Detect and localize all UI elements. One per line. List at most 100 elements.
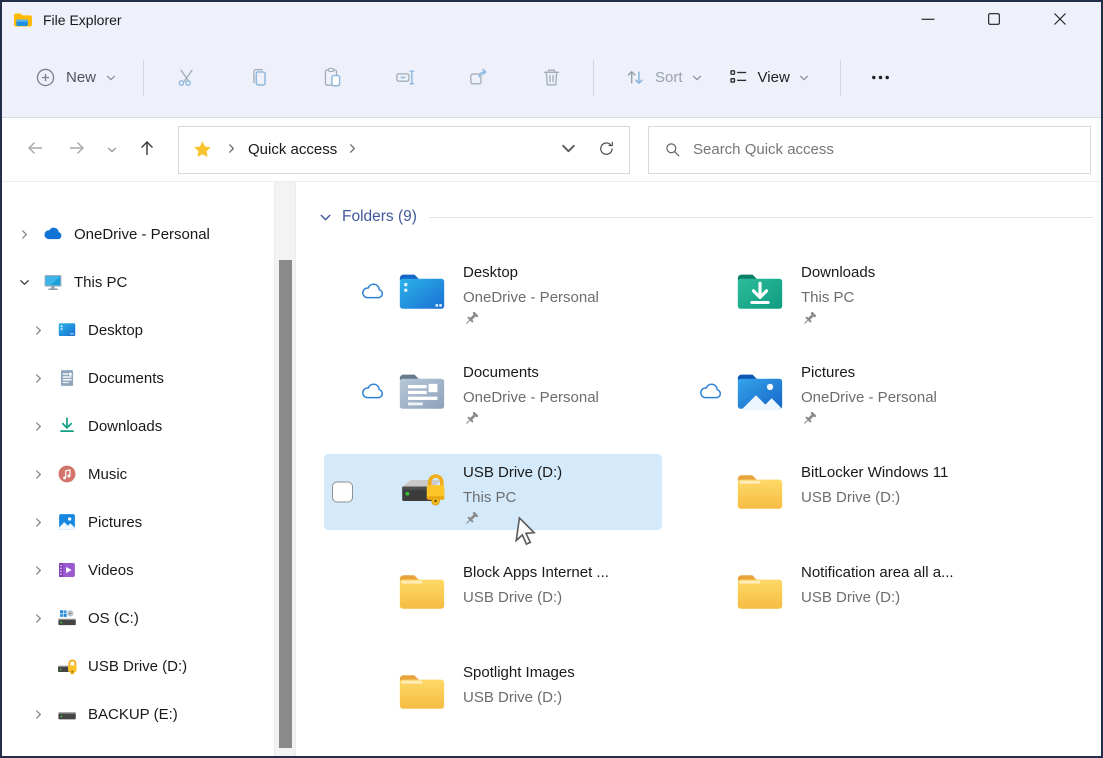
toolbar-separator: [143, 60, 144, 96]
cut-button[interactable]: [166, 58, 206, 98]
tile-title: Pictures: [801, 360, 937, 386]
folder-tile-documents[interactable]: DocumentsOneDrive - Personal: [324, 354, 662, 430]
file-explorer-logo-icon: [12, 9, 34, 31]
tile-title: Desktop: [463, 260, 599, 286]
see-more-button[interactable]: [859, 58, 903, 98]
chevron-right-icon[interactable]: [30, 466, 46, 482]
tile-subtitle: USB Drive (D:): [801, 586, 954, 610]
copy-button[interactable]: [239, 58, 279, 98]
cloud-status-icon: [698, 381, 724, 403]
chevron-down-icon: [798, 72, 810, 84]
folder-tile-usb-drive-d[interactable]: USB Drive (D:)This PC: [324, 454, 662, 530]
scrollbar-thumb[interactable]: [279, 260, 292, 748]
sidebar-item-label: Documents: [88, 370, 164, 387]
chevron-right-icon[interactable]: [30, 418, 46, 434]
chevron-right-icon[interactable]: [30, 706, 46, 722]
tile-checkbox[interactable]: [332, 482, 353, 503]
folder-tile-spotlight-images[interactable]: Spotlight ImagesUSB Drive (D:): [324, 654, 662, 730]
sidebar-item-documents[interactable]: Documents: [2, 354, 274, 402]
folder-tile-desktop[interactable]: DesktopOneDrive - Personal: [324, 254, 662, 330]
sidebar-item-downloads[interactable]: Downloads: [2, 402, 274, 450]
breadcrumb-location[interactable]: Quick access: [248, 141, 337, 158]
chevron-right-icon[interactable]: [30, 562, 46, 578]
view-button[interactable]: View: [715, 58, 822, 97]
sidebar-item-usb-drive-d[interactable]: USB Drive (D:): [2, 642, 274, 690]
chevron-right-icon[interactable]: [30, 370, 46, 386]
pin-icon: [463, 314, 480, 331]
this-pc-icon: [42, 271, 64, 293]
downloads-icon: [56, 415, 78, 437]
folder-tile-notification-area-all-a[interactable]: Notification area all a...USB Drive (D:): [662, 554, 1002, 630]
sidebar-item-music[interactable]: Music: [2, 450, 274, 498]
folder-yellow-icon: [732, 464, 788, 520]
refresh-icon: [597, 139, 616, 161]
quick-access-star-icon: [192, 139, 213, 160]
sidebar-item-os-c[interactable]: OS (C:): [2, 594, 274, 642]
close-icon: [1049, 8, 1071, 33]
title-bar: File Explorer: [2, 2, 1101, 38]
maximize-button[interactable]: [971, 2, 1017, 38]
search-input[interactable]: [693, 141, 1078, 158]
chevron-right-icon[interactable]: [16, 226, 32, 242]
drive-plain-icon: [56, 703, 78, 725]
sidebar-item-label: OS (C:): [88, 610, 139, 627]
folder-tile-block-apps-internet[interactable]: Block Apps Internet ...USB Drive (D:): [324, 554, 662, 630]
share-icon: [467, 66, 490, 89]
tile-title: Documents: [463, 360, 599, 386]
chevron-right-icon[interactable]: [30, 610, 46, 626]
delete-button[interactable]: [531, 58, 571, 98]
forward-arrow-icon: [66, 137, 88, 162]
close-button[interactable]: [1037, 2, 1083, 38]
minimize-icon: [917, 8, 939, 33]
sidebar-item-backup-e[interactable]: BACKUP (E:): [2, 690, 274, 738]
tile-title: BitLocker Windows 11: [801, 460, 948, 486]
up-button[interactable]: [126, 130, 168, 170]
content-area: OneDrive - Personal This PC Desktop Documen…: [2, 182, 1101, 756]
tile-title: Block Apps Internet ...: [463, 560, 609, 586]
sidebar-item-label: Downloads: [88, 418, 162, 435]
sidebar-item-label: Desktop: [88, 322, 143, 339]
minimize-button[interactable]: [905, 2, 951, 38]
share-button[interactable]: [458, 58, 498, 98]
sidebar-item-label: OneDrive - Personal: [74, 226, 210, 243]
new-button[interactable]: New: [26, 60, 125, 95]
address-bar[interactable]: Quick access: [178, 126, 630, 174]
sidebar-item-desktop[interactable]: Desktop: [2, 306, 274, 354]
address-dropdown-button[interactable]: [549, 131, 587, 169]
folder-yellow-icon: [394, 664, 450, 720]
folder-tile-bitlocker-windows-11[interactable]: BitLocker Windows 11USB Drive (D:): [662, 454, 1002, 530]
breadcrumb-chevron[interactable]: [346, 142, 360, 158]
videos-icon: [56, 559, 78, 581]
folder-tile-pictures[interactable]: PicturesOneDrive - Personal: [662, 354, 1002, 430]
rename-button[interactable]: [385, 58, 425, 98]
toolbar-separator: [840, 60, 841, 96]
paste-button[interactable]: [312, 58, 352, 98]
pictures-icon: [56, 511, 78, 533]
delete-icon: [540, 66, 563, 89]
sidebar-scrollbar[interactable]: [274, 182, 296, 756]
folders-grid: DesktopOneDrive - PersonalDownloadsThis …: [324, 242, 1093, 742]
breadcrumb-chevron[interactable]: [225, 142, 239, 158]
sidebar-item-pictures[interactable]: Pictures: [2, 498, 274, 546]
chevron-right-icon: [346, 142, 359, 158]
tile-title: USB Drive (D:): [463, 460, 562, 486]
chevron-right-icon[interactable]: [30, 514, 46, 530]
back-button[interactable]: [14, 130, 56, 170]
refresh-button[interactable]: [587, 131, 625, 169]
tile-subtitle: OneDrive - Personal: [801, 386, 937, 410]
folder-tile-downloads[interactable]: DownloadsThis PC: [662, 254, 1002, 330]
folders-group-header[interactable]: Folders (9): [318, 208, 1093, 226]
desktop-icon: [56, 319, 78, 341]
sidebar-item-onedrive-personal[interactable]: OneDrive - Personal: [2, 210, 274, 258]
file-explorer-window: File Explorer New Sort View: [0, 0, 1103, 758]
forward-button[interactable]: [56, 130, 98, 170]
sidebar-item-this-pc[interactable]: This PC: [2, 258, 274, 306]
chevron-right-icon[interactable]: [30, 322, 46, 338]
recent-locations-button[interactable]: [98, 130, 126, 170]
chevron-right-icon: [225, 142, 238, 158]
sort-button[interactable]: Sort: [612, 58, 715, 97]
tile-title: Downloads: [801, 260, 875, 286]
chevron-down-icon[interactable]: [16, 274, 32, 290]
sidebar-item-videos[interactable]: Videos: [2, 546, 274, 594]
toolbar-separator: [593, 60, 594, 96]
